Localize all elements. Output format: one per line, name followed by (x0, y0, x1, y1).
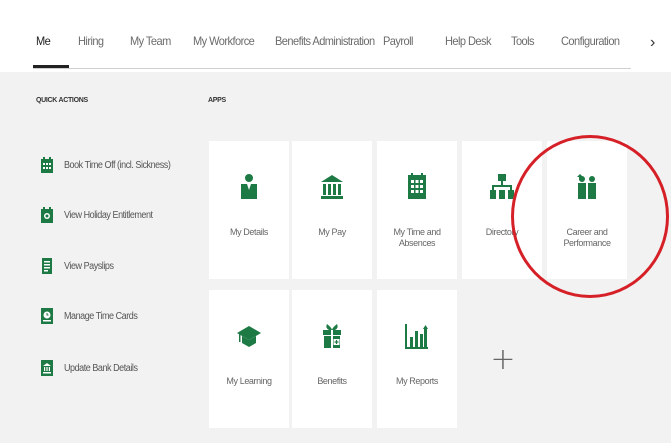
app-tile-label: My Pay (318, 227, 346, 237)
plus-icon: + (490, 341, 516, 377)
app-tile-benefits[interactable]: Benefits (292, 290, 372, 428)
gift-icon (323, 324, 341, 348)
add-app-button[interactable]: + (463, 290, 543, 428)
payslip-icon (42, 258, 52, 274)
quick-action-book-time-off[interactable]: Book Time Off (incl. Sickness) (40, 155, 182, 175)
nav-divider (33, 68, 631, 69)
quick-action-label: View Holiday Entitlement (64, 209, 153, 221)
quick-action-update-bank-details[interactable]: Update Bank Details (40, 358, 146, 378)
nav-tab-tools[interactable]: Tools (511, 34, 535, 48)
app-tile-label: Benefits (317, 376, 347, 386)
quick-action-view-holiday-entitlement[interactable]: View Holiday Entitlement (40, 205, 162, 225)
quick-action-label: Book Time Off (incl. Sickness) (64, 159, 171, 171)
quick-action-label: Update Bank Details (64, 362, 138, 374)
nav-tab-my-workforce[interactable]: My Workforce (193, 34, 255, 48)
app-tile-label: Directory (485, 227, 519, 237)
top-navigation: Me Hiring My Team My Workforce Benefits … (0, 0, 671, 72)
app-tile-my-details[interactable]: My Details (209, 141, 289, 279)
quick-actions-heading: QUICK ACTIONS (36, 97, 88, 104)
calendar-icon (41, 157, 53, 173)
calendar-grid-icon (408, 173, 426, 199)
app-tile-my-time-and-absences[interactable]: My Time and Absences (377, 141, 457, 279)
career-people-icon (577, 174, 596, 199)
quick-action-view-payslips[interactable]: View Payslips (40, 256, 119, 276)
app-tile-my-pay[interactable]: My Pay (292, 141, 372, 279)
quick-action-label: View Payslips (64, 260, 114, 272)
nav-tab-help-desk[interactable]: Help Desk (445, 34, 492, 48)
app-tile-label: My Reports (395, 376, 438, 386)
org-chart-icon (490, 174, 514, 199)
app-tile-my-learning[interactable]: My Learning (209, 290, 289, 428)
app-tile-label: My Time and Absences (393, 227, 441, 248)
person-icon (241, 174, 257, 199)
app-tile-label: My Learning (226, 376, 272, 386)
quick-action-manage-time-cards[interactable]: Manage Time Cards (40, 306, 146, 326)
bank-building-icon (321, 175, 343, 199)
nav-tab-my-team[interactable]: My Team (130, 34, 171, 48)
app-tile-directory[interactable]: Directory (462, 141, 542, 279)
nav-tab-hiring[interactable]: Hiring (78, 34, 104, 48)
nav-tab-payroll[interactable]: Payroll (383, 34, 413, 48)
nav-tab-me[interactable]: Me (36, 34, 51, 48)
nav-tab-benefits-administration[interactable]: Benefits Administration (275, 34, 375, 48)
app-tile-label: My Details (229, 227, 268, 237)
apps-heading: APPS (208, 97, 226, 104)
holiday-icon (41, 207, 53, 223)
bar-chart-icon (405, 324, 428, 349)
nav-tab-configuration[interactable]: Configuration (561, 34, 620, 48)
time-card-icon (41, 308, 53, 324)
app-tile-label: Career and Performance (563, 227, 611, 248)
chevron-right-icon[interactable]: › (650, 34, 655, 52)
bank-icon (41, 360, 53, 376)
quick-action-label: Manage Time Cards (64, 310, 138, 322)
app-tile-career-and-performance[interactable]: Career and Performance (547, 141, 627, 279)
graduation-cap-icon (237, 326, 261, 347)
app-tile-my-reports[interactable]: My Reports (377, 290, 457, 428)
